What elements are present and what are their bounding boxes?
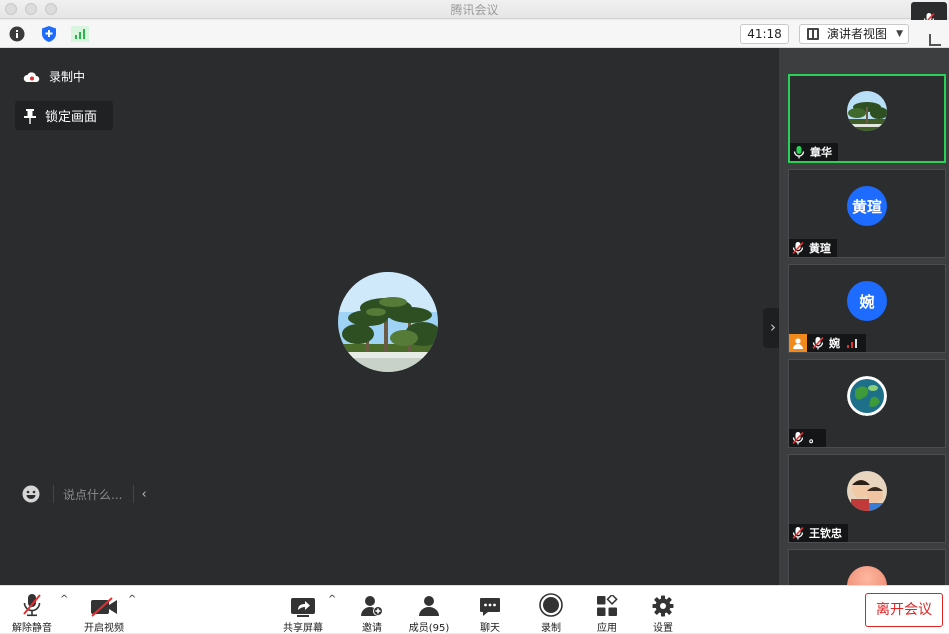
unmute-button[interactable]: 解除静音 (10, 586, 54, 634)
invite-label: 邀请 (362, 623, 382, 634)
participant-name: 。 (809, 432, 820, 445)
gear-icon (652, 595, 674, 617)
participant-tile[interactable]: 黄瑄 黄瑄 (788, 169, 946, 258)
mic-on-icon (792, 145, 806, 159)
participant-avatar (847, 471, 887, 511)
participant-tile[interactable]: 王钦忠 (788, 454, 946, 543)
leave-meeting-button[interactable]: 离开会议 (865, 593, 943, 627)
participant-avatar (847, 91, 887, 131)
audio-options-chevron-icon[interactable]: ^ (60, 594, 68, 605)
lock-screen-label: 锁定画面 (45, 110, 98, 125)
participant-name-tag: 。 (789, 429, 826, 447)
share-options-chevron-icon[interactable]: ^ (328, 594, 336, 605)
share-screen-label: 共享屏幕 (283, 623, 323, 634)
mic-muted-icon (23, 594, 41, 617)
chat-bubble-icon (480, 598, 500, 616)
mic-muted-icon (791, 241, 805, 255)
cloud-record-icon (23, 71, 40, 82)
participant-avatar (847, 566, 887, 585)
settings-label: 设置 (653, 623, 673, 634)
share-screen-icon (291, 598, 315, 617)
window-title: 腾讯会议 (450, 3, 499, 17)
participant-tile[interactable]: 。 (788, 359, 946, 448)
apps-label: 应用 (597, 623, 617, 634)
record-icon (539, 593, 563, 617)
participant-name-tag: 王钦忠 (789, 524, 848, 542)
participant-avatar: 黄瑄 (847, 186, 887, 226)
collapse-chevron-icon[interactable]: ‹ (141, 487, 146, 502)
participant-tile[interactable]: 章华 (788, 74, 946, 163)
participant-name-tag: 婉 (789, 334, 866, 352)
view-mode-select[interactable]: 演讲者视图 ▼ (799, 24, 909, 44)
apps-grid-icon (597, 595, 618, 616)
recording-indicator: 录制中 (23, 68, 85, 85)
view-mode-label: 演讲者视图 (827, 27, 888, 41)
invite-user-icon (361, 596, 383, 616)
speaker-avatar (338, 272, 438, 372)
mic-muted-icon (811, 336, 825, 350)
participant-name: 婉 (829, 337, 840, 350)
title-bar: 腾讯会议 (0, 0, 949, 19)
chat-input-bar[interactable]: 说点什么... ‹ (22, 485, 147, 503)
participant-name: 黄瑄 (809, 242, 831, 255)
apps-button[interactable]: 应用 (589, 586, 625, 634)
divider (133, 485, 135, 503)
video-off-icon (91, 597, 117, 617)
chat-input-placeholder[interactable]: 说点什么... (63, 486, 122, 503)
share-screen-button[interactable]: 共享屏幕 (280, 586, 326, 634)
start-video-button[interactable]: 开启视频 (82, 586, 126, 634)
participant-avatar (847, 376, 887, 416)
members-button[interactable]: 成员(95) (405, 586, 453, 634)
participant-name-tag: 章华 (790, 143, 838, 161)
unmute-label: 解除静音 (12, 623, 52, 634)
chat-label: 聊天 (480, 623, 500, 634)
participant-name: 章华 (810, 146, 832, 159)
participant-name: 王钦忠 (809, 527, 842, 540)
chat-button[interactable]: 聊天 (472, 586, 508, 634)
chevron-right-icon: › (770, 318, 776, 336)
members-label: 成员(95) (408, 623, 450, 634)
recording-label: 录制中 (49, 70, 86, 84)
start-video-label: 开启视频 (84, 623, 124, 634)
security-shield-icon[interactable] (40, 25, 58, 43)
network-signal-icon[interactable] (71, 25, 89, 43)
fullscreen-icon[interactable] (929, 34, 941, 46)
emoji-icon[interactable] (22, 485, 40, 503)
host-icon (789, 334, 807, 352)
record-label: 录制 (541, 623, 561, 634)
mic-muted-icon (791, 431, 805, 445)
layout-icon (807, 28, 819, 40)
meeting-toolbar: 解除静音 ^ 开启视频 ^ 共享屏幕 ^ 邀请 成员(95) 聊天 录制 应用 … (0, 585, 949, 634)
meeting-timer: 41:18 (740, 24, 789, 44)
chevron-down-icon: ▼ (896, 29, 903, 39)
main-video-stage: 录制中 锁定画面 说点什么... ‹ (0, 48, 779, 585)
pin-icon (24, 108, 36, 124)
participant-avatar: 婉 (847, 281, 887, 321)
participant-tile[interactable] (788, 549, 946, 585)
settings-button[interactable]: 设置 (645, 586, 681, 634)
info-icon[interactable] (8, 25, 26, 43)
video-options-chevron-icon[interactable]: ^ (128, 594, 136, 605)
lock-screen-button[interactable]: 锁定画面 (15, 101, 113, 130)
invite-button[interactable]: 邀请 (354, 586, 390, 634)
sidebar-toggle-handle[interactable]: › (763, 308, 782, 348)
mic-muted-icon (791, 526, 805, 540)
participant-name-tag: 黄瑄 (789, 239, 837, 257)
record-button[interactable]: 录制 (533, 586, 569, 634)
members-icon (419, 596, 439, 616)
weak-signal-icon (847, 339, 857, 348)
participant-tile[interactable]: 婉 婉 (788, 264, 946, 353)
meeting-info-bar: 41:18 演讲者视图 ▼ (0, 20, 949, 48)
divider (53, 485, 54, 503)
